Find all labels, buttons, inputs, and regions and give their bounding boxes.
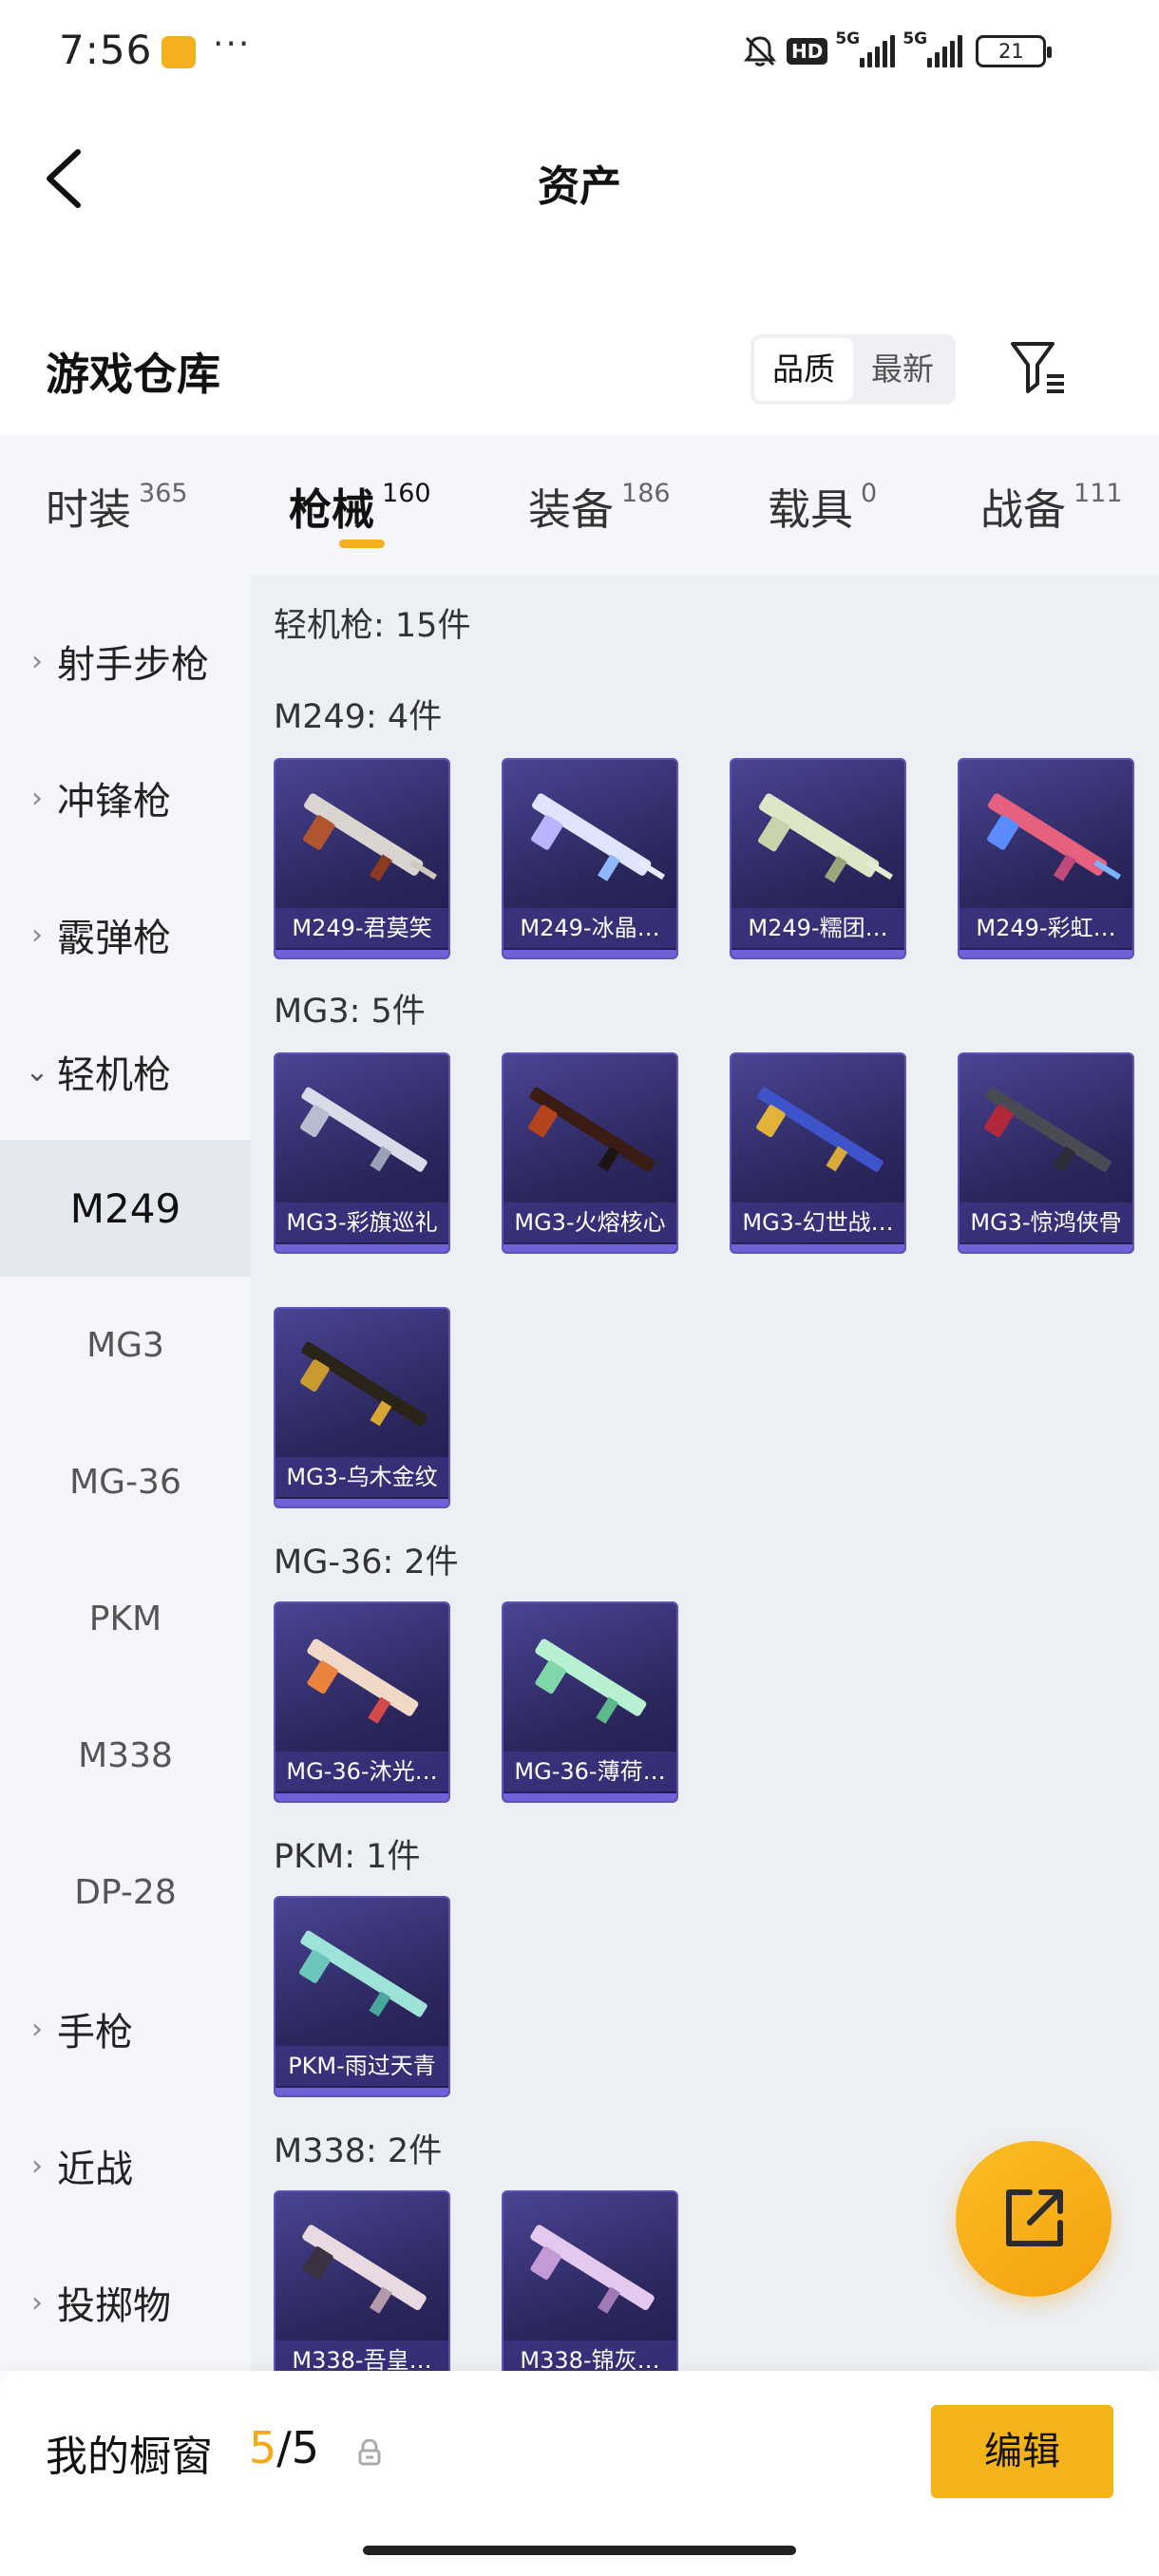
warehouse-title: 游戏仓库 <box>46 349 220 400</box>
gun-image <box>307 1638 419 1724</box>
gun-image <box>300 1087 428 1172</box>
group-header-pkm: PKM: 1件 <box>274 1838 421 1876</box>
filter-icon[interactable] <box>1009 338 1068 397</box>
skin-card[interactable]: MG3-乌木金纹 <box>274 1307 450 1508</box>
skin-card[interactable]: MG3-惊鸿侠骨 <box>958 1052 1134 1254</box>
skin-card[interactable]: M249-冰晶… <box>502 758 678 959</box>
sidebar-item-melee[interactable]: › 近战 <box>0 2097 251 2234</box>
showcase-count: 5/5 <box>249 2422 320 2473</box>
battery-icon: 21 <box>976 35 1053 67</box>
gun-image <box>528 1087 656 1172</box>
share-button[interactable] <box>956 2141 1112 2297</box>
tab-fashion[interactable]: 时装 365 <box>46 475 188 541</box>
assets-screen: 7:56 ··· HD 5G 5G 21 资产 游戏仓库 品质 最新 时装 365… <box>0 0 1159 2576</box>
skin-card[interactable]: MG3-火熔核心 <box>502 1052 678 1254</box>
gun-image <box>302 2225 427 2314</box>
status-time: 7:56 <box>59 27 153 73</box>
showcase-label: 我的橱窗 <box>46 2433 213 2481</box>
signal-1-icon: 5G <box>835 29 896 67</box>
home-indicator[interactable] <box>363 2546 796 2555</box>
sidebar-item-shotgun[interactable]: › 霰弹枪 <box>0 866 251 1003</box>
gun-image <box>299 1930 428 2017</box>
sidebar-item-marksman-rifle[interactable]: › 射手步枪 <box>0 593 251 729</box>
group-header-mg3: MG3: 5件 <box>274 993 426 1031</box>
sidebar-item-lmg[interactable]: ⌄ 轻机枪 <box>0 1003 251 1140</box>
skin-card[interactable]: PKM-雨过天青 <box>274 1896 450 2097</box>
group-header-mg36: MG-36: 2件 <box>274 1544 459 1582</box>
group-header-m338: M338: 2件 <box>274 2132 443 2170</box>
sidebar-subitem-m249[interactable]: M249 <box>0 1140 251 1277</box>
status-indicators: HD 5G 5G 21 <box>741 28 1053 74</box>
page-title: 资产 <box>538 162 621 211</box>
chevron-right-icon: › <box>31 918 43 952</box>
sidebar-subitem-mg3[interactable]: MG3 <box>0 1277 251 1413</box>
chevron-right-icon: › <box>31 2012 43 2046</box>
skin-card[interactable]: M249-君莫笑 <box>274 758 450 959</box>
gun-image <box>530 2225 655 2314</box>
skin-card[interactable]: MG-36-薄荷… <box>502 1601 678 1803</box>
sidebar-subitem-m338[interactable]: M338 <box>0 1687 251 1824</box>
sidebar-item-throwable[interactable]: › 投掷物 <box>0 2234 251 2371</box>
gun-image <box>300 1341 428 1427</box>
edit-button[interactable]: 编辑 <box>931 2405 1113 2498</box>
category-tabs: 时装 365 枪械 160 装备 186 载具 0 战备 111 <box>0 435 1159 576</box>
gun-image <box>987 793 1121 881</box>
tab-guns[interactable]: 枪械 160 <box>289 475 431 541</box>
sidebar-item-smg[interactable]: › 冲锋枪 <box>0 729 251 866</box>
chevron-right-icon: › <box>31 644 43 678</box>
sidebar-subitem-dp28[interactable]: DP-28 <box>0 1824 251 1960</box>
sort-toggle: 品质 最新 <box>750 334 956 405</box>
skin-card[interactable]: MG3-幻世战… <box>730 1052 906 1254</box>
tab-vehicles[interactable]: 载具 0 <box>768 475 877 541</box>
gun-image <box>756 1087 884 1172</box>
chevron-right-icon: › <box>31 2149 43 2183</box>
gun-image <box>531 793 665 881</box>
group-header-m249: M249: 4件 <box>274 698 443 736</box>
gun-image <box>535 1638 647 1724</box>
more-notifications-icon: ··· <box>213 25 252 64</box>
chevron-right-icon: › <box>31 781 43 815</box>
gun-image <box>757 793 893 883</box>
tab-supplies[interactable]: 战备 111 <box>980 475 1123 541</box>
skin-card[interactable]: MG-36-沐光… <box>274 1601 450 1803</box>
skin-card[interactable]: M338-锦灰… <box>502 2190 678 2392</box>
skin-card[interactable]: MG3-彩旗巡礼 <box>274 1052 450 1254</box>
signal-2-icon: 5G <box>902 29 963 67</box>
lock-icon <box>358 2439 381 2466</box>
category-count: 轻机枪: 15件 <box>274 607 471 645</box>
gun-image <box>984 1087 1112 1172</box>
tab-equipment[interactable]: 装备 186 <box>528 475 671 541</box>
sidebar-subitem-mg36[interactable]: MG-36 <box>0 1413 251 1550</box>
skin-card[interactable]: M249-糯团… <box>730 758 906 959</box>
sort-quality-button[interactable]: 品质 <box>754 338 853 401</box>
skin-card[interactable]: M249-彩虹… <box>958 758 1134 959</box>
gun-image <box>303 793 437 881</box>
sort-newest-button[interactable]: 最新 <box>853 338 952 401</box>
mute-bell-icon <box>743 36 777 66</box>
sidebar-subitem-pkm[interactable]: PKM <box>0 1550 251 1687</box>
chevron-down-icon: ⌄ <box>25 1054 49 1089</box>
sidebar-item-pistol[interactable]: › 手枪 <box>0 1960 251 2097</box>
share-external-icon <box>1006 2189 1063 2246</box>
active-tab-indicator <box>339 540 385 548</box>
skin-card[interactable]: M338-吾皇… <box>274 2190 450 2392</box>
hd-voice-badge: HD <box>787 38 828 65</box>
chevron-right-icon: › <box>31 2285 43 2320</box>
notes-app-icon <box>162 36 196 68</box>
